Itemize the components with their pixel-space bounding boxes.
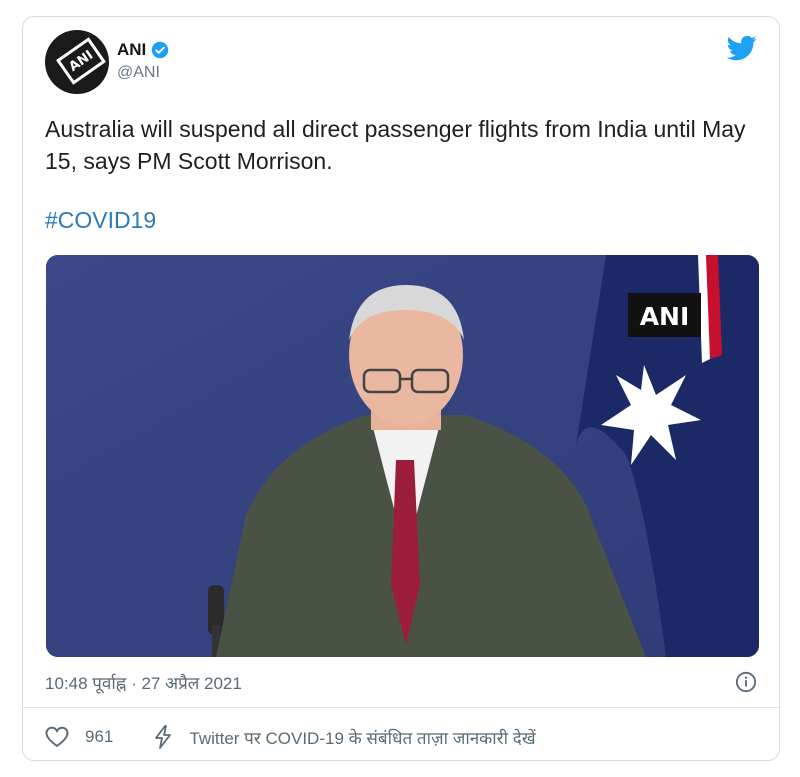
info-icon[interactable]	[735, 671, 757, 693]
avatar-text: ANI	[66, 47, 96, 75]
twitter-bird-icon[interactable]	[727, 33, 757, 63]
covid-info-link[interactable]: Twitter पर COVID-19 के संबंधित ताज़ा जान…	[189, 726, 535, 749]
heart-icon[interactable]	[45, 726, 69, 748]
author-handle[interactable]: @ANI	[117, 64, 160, 82]
tweet-media-image[interactable]: ANI	[46, 255, 759, 657]
hashtag-link[interactable]: #COVID19	[45, 207, 156, 234]
tweet-card: ANI ANI @ANI Australia will suspend all …	[22, 16, 780, 761]
lightning-bolt-icon	[155, 725, 172, 749]
author-name-row[interactable]: ANI	[117, 40, 169, 60]
verified-badge-icon	[152, 41, 169, 59]
like-count[interactable]: 961	[85, 727, 113, 747]
press-conference-image: ANI	[46, 255, 759, 657]
divider	[23, 707, 779, 708]
ani-logo: ANI	[56, 37, 106, 85]
author-name[interactable]: ANI	[117, 40, 146, 60]
avatar[interactable]: ANI	[45, 30, 109, 94]
tweet-timestamp[interactable]: 10:48 पूर्वाह्न · 27 अप्रैल 2021	[45, 671, 242, 694]
ani-watermark: ANI	[640, 302, 690, 331]
tweet-text: Australia will suspend all direct passen…	[45, 116, 746, 174]
tweet-actions: 961 Twitter पर COVID-19 के संबंधित ताज़ा…	[45, 725, 536, 749]
